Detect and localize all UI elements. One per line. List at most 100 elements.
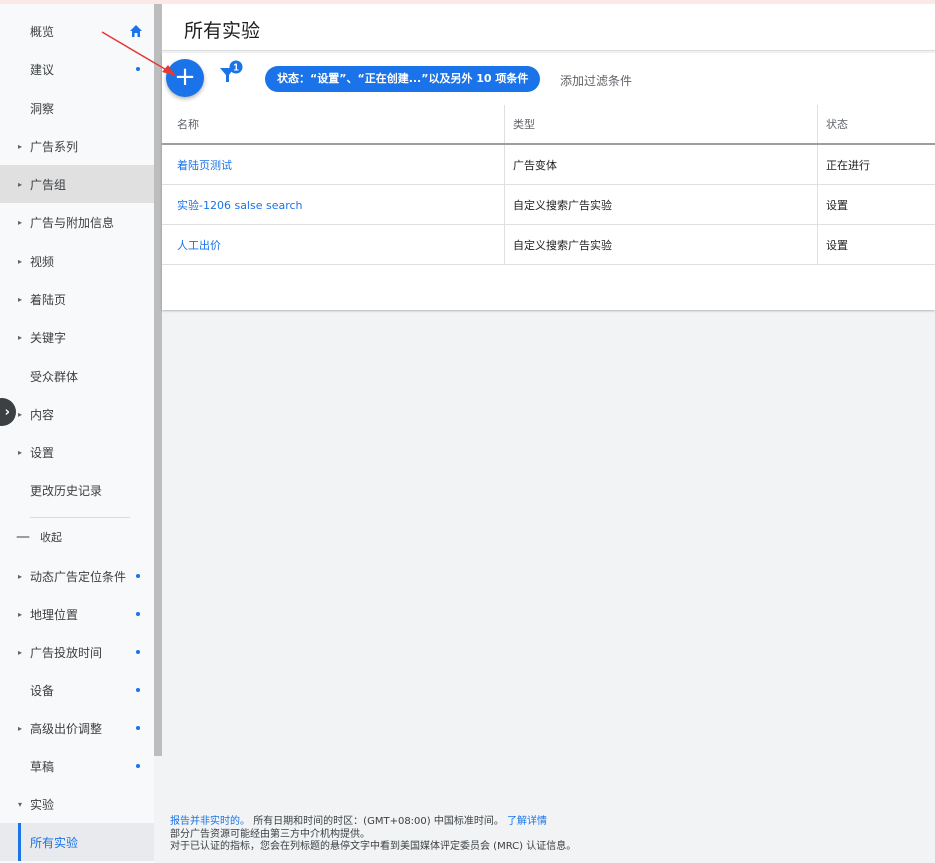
collapse-toggle[interactable]: — 收起: [0, 518, 154, 556]
sidebar-item[interactable]: 建议: [0, 50, 154, 88]
caret-down-icon: ▾: [18, 799, 23, 809]
experiments-table: 名称 类型 状态 着陆页测试 广告变体 正在进行 实验-1206 salse s…: [162, 105, 935, 265]
notification-dot-icon: [136, 764, 140, 768]
experiment-status: 正在进行: [817, 145, 935, 184]
caret-right-icon: ▸: [18, 571, 23, 581]
footer-line-3: 对于已认证的指标，您会在列标题的悬停文字中看到美国媒体评定委员会 (MRC) 认…: [170, 841, 577, 852]
experiment-name-link[interactable]: 着陆页测试: [162, 145, 504, 184]
sidebar-item-label: 内容: [30, 407, 55, 422]
caret-right-icon: ▸: [18, 609, 23, 619]
caret-right-icon: ▸: [18, 179, 23, 189]
footer-line-1: 报告并非实时的。 所有日期和时间的时区：(GMT+08:00) 中国标准时间。 …: [170, 816, 576, 829]
sidebar-item[interactable]: 所有实验: [0, 823, 154, 861]
sidebar-item-label: 草稿: [30, 759, 55, 774]
column-header-type[interactable]: 类型: [504, 105, 817, 143]
notification-dot-icon: [136, 688, 140, 692]
filter-icon[interactable]: 1: [218, 60, 244, 86]
sidebar-item-label: 洞察: [30, 101, 55, 116]
sidebar-item-label: 着陆页: [30, 292, 67, 307]
sidebar-item-label: 概览: [30, 24, 55, 39]
sidebar-item-label: 所有实验: [30, 835, 79, 850]
sidebar-item[interactable]: ▸ 广告与附加信息: [0, 203, 154, 241]
caret-right-icon: ▸: [18, 447, 23, 457]
page-header: 所有实验: [162, 4, 935, 51]
sidebar-scrollbar-thumb[interactable]: [154, 4, 162, 756]
experiment-name-link[interactable]: 人工出价: [162, 225, 504, 264]
sidebar-item-label: 广告投放时间: [30, 645, 103, 660]
experiment-type: 自定义搜索广告实验: [504, 225, 817, 264]
page-title: 所有实验: [184, 20, 261, 42]
filter-count: 1: [233, 63, 239, 74]
sidebar-item[interactable]: ▸ 高级出价调整: [0, 709, 154, 747]
sidebar-item-label: 实验: [30, 797, 55, 812]
sidebar-item[interactable]: 更改历史记录: [0, 471, 154, 509]
sidebar-item[interactable]: ▸ 广告系列: [0, 127, 154, 165]
footer-line-2: 部分广告资源可能经由第三方中介机构提供。: [170, 828, 370, 840]
notification-dot-icon: [136, 612, 140, 616]
sidebar-item-label: 建议: [30, 62, 55, 77]
notification-dot-icon: [136, 574, 140, 578]
sidebar-item-label: 广告组: [30, 177, 67, 192]
sidebar-item[interactable]: ▸ 内容: [0, 395, 154, 433]
add-filter-link[interactable]: 添加过滤条件: [560, 72, 632, 89]
sidebar-divider: [30, 517, 130, 518]
timezone-text: 所有日期和时间的时区：(GMT+08:00) 中国标准时间。: [253, 816, 504, 827]
table-row: 人工出价 自定义搜索广告实验 设置: [162, 225, 935, 265]
minus-icon: —: [16, 529, 30, 545]
sidebar-item-label: 受众群体: [30, 369, 79, 384]
sidebar-item[interactable]: ▾ 实验: [0, 785, 154, 823]
caret-right-icon: ▸: [18, 647, 23, 657]
learn-more-link[interactable]: 了解详情: [507, 816, 547, 827]
sidebar-item-label: 设置: [30, 445, 55, 460]
sidebar-item-label: 动态广告定位条件: [30, 569, 127, 584]
status-filter-chip[interactable]: 状态：“设置”、“正在创建...”以及另外 10 项条件: [265, 66, 541, 92]
collapse-label: 收起: [40, 531, 62, 544]
sidebar-item[interactable]: ▸ 着陆页: [0, 280, 154, 318]
sidebar-item-label: 关键字: [30, 330, 67, 345]
sidebar-item-label: 广告系列: [30, 139, 79, 154]
experiment-name-link[interactable]: 实验-1206 salse search: [162, 185, 504, 224]
experiment-type: 自定义搜索广告实验: [504, 185, 817, 224]
sidebar-item[interactable]: ▸ 设置: [0, 433, 154, 471]
sidebar-item[interactable]: ▸ 关键字: [0, 318, 154, 356]
home-icon: [130, 25, 142, 37]
sidebar-item[interactable]: 洞察: [0, 89, 154, 127]
chevron-right-icon: ›: [4, 404, 10, 420]
column-header-status[interactable]: 状态: [817, 105, 935, 143]
table-row: 实验-1206 salse search 自定义搜索广告实验 设置: [162, 185, 935, 225]
page-footer: 报告并非实时的。 所有日期和时间的时区：(GMT+08:00) 中国标准时间。 …: [170, 816, 576, 854]
experiment-type: 广告变体: [504, 145, 817, 184]
sidebar-scrollbar-track: [154, 756, 162, 863]
caret-right-icon: ▸: [18, 256, 23, 266]
not-realtime-link[interactable]: 报告并非实时的。: [170, 816, 250, 827]
sidebar-item[interactable]: 草稿: [0, 747, 154, 785]
experiments-card: + 1 状态：“设置”、“正在创建...”以及另外 10 项条件 添加过滤条件 …: [162, 53, 935, 310]
sidebar-item-label: 更改历史记录: [30, 483, 103, 498]
column-header-name[interactable]: 名称: [162, 105, 504, 143]
notification-dot-icon: [136, 726, 140, 730]
sidebar: 概览 建议 洞察 ▸ 广告系列 ▸ 广告组 ▸ 广告与附加信息 ▸ 视频 ▸ 着陆页 ▸ 关键字 受众群体 ▸ 内…: [0, 4, 154, 863]
caret-right-icon: ▸: [18, 723, 23, 733]
caret-right-icon: ▸: [18, 332, 23, 342]
experiment-status: 设置: [817, 185, 935, 224]
sidebar-item[interactable]: ▸ 广告组: [0, 165, 154, 203]
sidebar-item[interactable]: ▸ 视频: [0, 242, 154, 280]
main-content: 所有实验 + 1 状态：“设置”、“正在创建...”以及另外 10 项条件 添加…: [162, 4, 935, 863]
sidebar-item[interactable]: 概览: [0, 12, 154, 50]
sidebar-item[interactable]: ▸ 地理位置: [0, 595, 154, 633]
sidebar-item[interactable]: ▸ 动态广告定位条件: [0, 557, 154, 595]
add-experiment-button[interactable]: +: [166, 59, 204, 97]
sidebar-item-label: 地理位置: [30, 607, 79, 622]
table-row: 着陆页测试 广告变体 正在进行: [162, 145, 935, 185]
sidebar-item-label: 高级出价调整: [30, 721, 103, 736]
sidebar-item-label: 视频: [30, 254, 55, 269]
sidebar-item[interactable]: 设备: [0, 671, 154, 709]
caret-right-icon: ▸: [18, 294, 23, 304]
sidebar-item[interactable]: ▸ 广告投放时间: [0, 633, 154, 671]
notification-dot-icon: [136, 67, 140, 71]
sidebar-item-label: 广告与附加信息: [30, 215, 115, 230]
sidebar-item[interactable]: 受众群体: [0, 357, 154, 395]
caret-right-icon: ▸: [18, 217, 23, 227]
current-indicator: [18, 823, 21, 861]
table-header-row: 名称 类型 状态: [162, 105, 935, 145]
